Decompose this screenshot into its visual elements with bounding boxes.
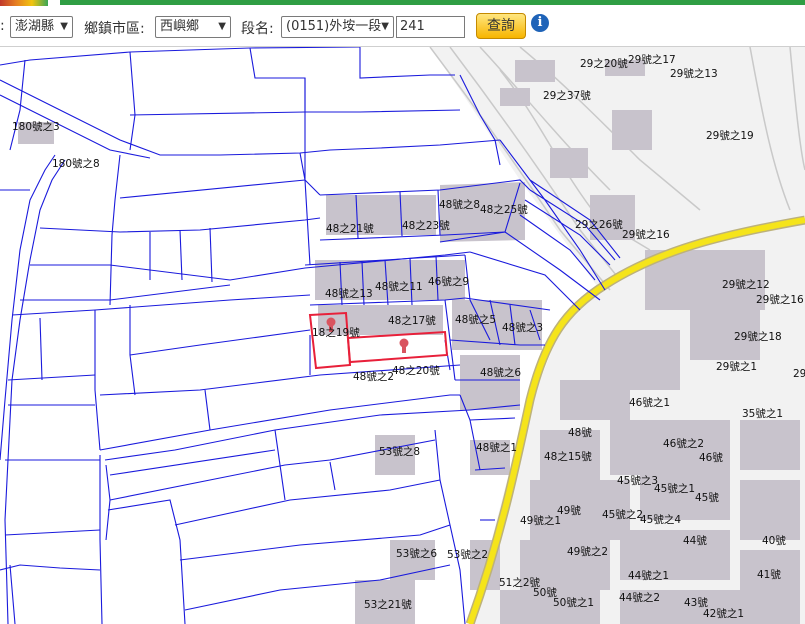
address-label: 41號: [757, 568, 781, 581]
address-label: 29號之17: [628, 53, 676, 66]
section-select-value: (0151)外垵一段: [286, 19, 382, 34]
parcel-number-input[interactable]: 241: [396, 16, 465, 38]
address-label: 48號之3: [502, 321, 543, 334]
address-label: 48之23號: [402, 219, 450, 232]
address-label: 53號之6: [396, 547, 437, 560]
address-label: 29號之16: [756, 293, 804, 306]
dropdown-arrow-icon: ▼: [381, 21, 389, 32]
address-label: 45號: [695, 491, 719, 504]
address-label: 29之20號: [580, 57, 628, 70]
address-label: 48之15號: [544, 450, 592, 463]
address-label: 49號之2: [567, 545, 608, 558]
address-label: 29號之18: [734, 330, 782, 343]
address-label: 46號之1: [629, 396, 670, 409]
address-label: 48號之6: [480, 366, 521, 379]
address-label: 53之21號: [364, 598, 412, 611]
township-label: 鄉鎮市區:: [84, 21, 145, 37]
address-label: 49號之1: [520, 514, 561, 527]
address-label: 29: [793, 368, 805, 380]
address-label: 48號之13: [325, 287, 373, 300]
address-label: 29號之19: [706, 129, 754, 142]
address-label: 48號: [568, 426, 592, 439]
address-label: 49號: [557, 504, 581, 517]
address-label: 44號: [683, 534, 707, 547]
address-label: 48之20號: [392, 364, 440, 377]
address-label: 45號之2: [602, 508, 643, 521]
address-label: 29號之1: [716, 360, 757, 373]
address-label: 180號之3: [12, 120, 60, 133]
section-select[interactable]: (0151)外垵一段 ▼: [281, 16, 394, 38]
address-label: 53號之8: [379, 445, 420, 458]
township-select[interactable]: 西嶼鄉 ▼: [155, 16, 231, 38]
address-label: 48號之11: [375, 280, 423, 293]
address-label: 48號之1: [476, 441, 517, 454]
township-select-value: 西嶼鄉: [160, 19, 200, 34]
search-toolbar: : 澎湖縣 ▼ 鄉鎮市區: 西嶼鄉 ▼ 段名: (0151)外垵一段 ▼ 241…: [0, 6, 805, 47]
address-label: 48號之8: [439, 198, 480, 211]
address-label: 45號之3: [617, 474, 658, 487]
address-label: 48之21號: [326, 222, 374, 235]
address-label: 40號: [762, 534, 786, 547]
map-canvas[interactable]: 180號之3 180號之8 29之20號 29號之1729號之13 29之37號 29號之…: [0, 47, 805, 624]
address-label: 46號之2: [663, 437, 704, 450]
address-label: 44號之1: [628, 569, 669, 582]
address-label: 48之25號: [480, 203, 528, 216]
address-label: 18之19號: [312, 326, 360, 339]
query-button[interactable]: 查詢: [476, 13, 526, 39]
county-label-colon: :: [0, 18, 5, 34]
address-label: 44號之2: [619, 591, 660, 604]
address-label: 29號之13: [670, 67, 718, 80]
address-label: 45號之4: [640, 513, 681, 526]
address-label: 29號之12: [722, 278, 770, 291]
county-select[interactable]: 澎湖縣 ▼: [10, 16, 73, 38]
dropdown-arrow-icon: ▼: [218, 21, 226, 32]
address-label: 53號之2: [447, 548, 488, 561]
address-label: 48號之5: [455, 313, 496, 326]
address-label: 29之26號: [575, 218, 623, 231]
cadastral-map[interactable]: 180號之3 180號之8 29之20號 29號之17 29號之13 29之37號 29號之…: [0, 47, 805, 624]
address-label: 180號之8: [52, 157, 100, 170]
address-label: 45號之1: [654, 482, 695, 495]
address-label: 48之17號: [388, 314, 436, 327]
address-label: 46號: [699, 451, 723, 464]
address-label: 46號之9: [428, 275, 469, 288]
address-label: 50號之1: [553, 596, 594, 609]
section-label: 段名:: [241, 21, 274, 37]
address-label: 42號之1: [703, 607, 744, 620]
county-select-value: 澎湖縣: [15, 19, 55, 34]
info-icon[interactable]: i: [531, 14, 549, 32]
address-label: 35號之1: [742, 407, 783, 420]
address-label: 29號之16: [622, 228, 670, 241]
dropdown-arrow-icon: ▼: [60, 21, 68, 32]
top-green-bar: [60, 0, 805, 5]
address-label: 29之37號: [543, 89, 591, 102]
address-label: 48號之2: [353, 370, 394, 383]
